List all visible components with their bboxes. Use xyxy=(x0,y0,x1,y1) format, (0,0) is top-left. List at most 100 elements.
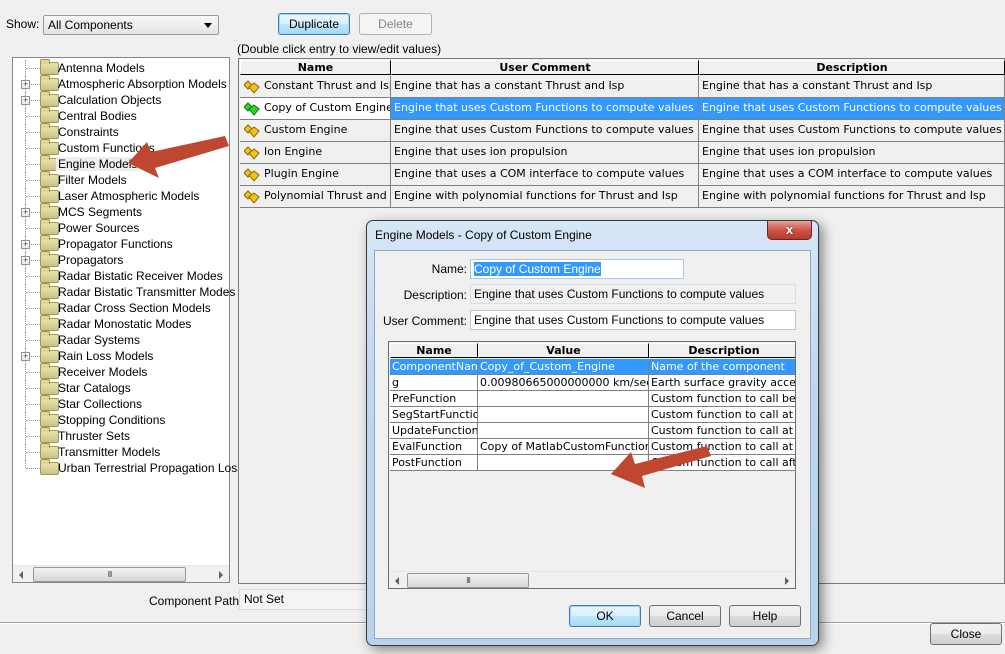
property-value[interactable] xyxy=(478,455,649,471)
property-name[interactable]: g xyxy=(390,375,478,391)
cell-description[interactable]: Engine that uses Custom Functions to com… xyxy=(699,98,1005,120)
property-name[interactable]: ComponentName xyxy=(390,359,478,375)
property-value[interactable] xyxy=(478,407,649,423)
cell-name[interactable]: Constant Thrust and Isp xyxy=(240,76,391,98)
cell-name[interactable]: Plugin Engine xyxy=(240,164,391,186)
cell-name[interactable]: Ion Engine xyxy=(240,142,391,164)
property-row[interactable]: g0.00980665000000000 km/sec^2Earth surfa… xyxy=(389,375,795,391)
tree-item[interactable]: Radar Bistatic Transmitter Modes xyxy=(13,283,235,300)
scroll-left-icon[interactable] xyxy=(395,577,399,585)
tree-item[interactable]: + Rain Loss Models xyxy=(13,347,229,364)
table-row[interactable]: Copy of Custom Engine Engine that uses Cu… xyxy=(239,98,1005,120)
property-row[interactable]: ComponentNameCopy_of_Custom_EngineName o… xyxy=(389,359,795,375)
cell-name[interactable]: Polynomial Thrust and Isp xyxy=(240,186,391,208)
expand-icon[interactable]: + xyxy=(21,208,30,217)
property-name[interactable]: PostFunction xyxy=(390,455,478,471)
property-row[interactable]: UpdateFunction Custom function to call at… xyxy=(389,423,795,439)
prop-column-header-value[interactable]: Value xyxy=(478,343,649,358)
tree-item[interactable]: + Propagator Functions xyxy=(13,235,229,252)
column-header-description[interactable]: Description xyxy=(699,60,1005,75)
tree-item[interactable]: Central Bodies xyxy=(13,107,229,124)
prop-column-header-description[interactable]: Description xyxy=(649,343,795,358)
property-value[interactable]: Copy_of_Custom_Engine xyxy=(478,359,649,375)
tree-item[interactable]: Transmitter Models xyxy=(13,443,229,460)
table-row[interactable]: Custom Engine Engine that uses Custom Fun… xyxy=(239,120,1005,142)
tree-item[interactable]: Radar Systems xyxy=(13,331,229,348)
property-row[interactable]: SegStartFunction Custom function to call … xyxy=(389,407,795,423)
tree-item[interactable]: Stopping Conditions xyxy=(13,411,229,428)
tree-item[interactable]: Star Collections xyxy=(13,395,229,412)
tree-item[interactable]: Radar Monostatic Modes xyxy=(13,315,229,332)
user-comment-field[interactable]: Engine that uses Custom Functions to com… xyxy=(470,310,796,330)
property-row[interactable]: PreFunction Custom function to call befor… xyxy=(389,391,795,407)
expand-icon[interactable]: + xyxy=(21,352,30,361)
scroll-thumb[interactable]: III xyxy=(407,573,529,588)
tree-item[interactable]: + MCS Segments xyxy=(13,203,229,220)
prop-column-header-name[interactable]: Name xyxy=(390,343,478,358)
scroll-thumb[interactable]: III xyxy=(33,567,186,582)
cell-user-comment[interactable]: Engine that uses Custom Functions to com… xyxy=(391,120,699,142)
properties-horizontal-scrollbar[interactable]: III xyxy=(389,571,795,588)
cell-description[interactable]: Engine that uses a COM interface to comp… xyxy=(699,164,1005,186)
property-value[interactable] xyxy=(478,391,649,407)
delete-button[interactable]: Delete xyxy=(359,13,432,35)
tree-item[interactable]: + Atmospheric Absorption Models xyxy=(13,75,229,92)
table-row[interactable]: Constant Thrust and Isp Engine that has a… xyxy=(239,76,1005,98)
property-name[interactable]: EvalFunction xyxy=(390,439,478,455)
property-name[interactable]: PreFunction xyxy=(390,391,478,407)
table-row[interactable]: Polynomial Thrust and IspEngine with pol… xyxy=(239,186,1005,208)
tree-item[interactable]: + Propagators xyxy=(13,251,229,268)
table-row[interactable]: Ion Engine Engine that uses ion propulsio… xyxy=(239,142,1005,164)
expand-icon[interactable]: + xyxy=(21,240,30,249)
tree-horizontal-scrollbar[interactable]: III xyxy=(13,565,229,582)
tree-item[interactable]: Thruster Sets xyxy=(13,427,229,444)
ok-button[interactable]: OK xyxy=(569,605,641,627)
help-button[interactable]: Help xyxy=(729,605,801,627)
tree-item[interactable]: Receiver Models xyxy=(13,363,229,380)
expand-icon[interactable]: + xyxy=(21,96,30,105)
tree-item[interactable]: + Calculation Objects xyxy=(13,91,229,108)
property-row[interactable]: EvalFunction Copy of MatlabCustomFunction… xyxy=(389,439,795,455)
property-row[interactable]: PostFunction Custom function to call afte… xyxy=(389,455,795,471)
tree-item[interactable]: Antenna Models xyxy=(13,59,229,76)
cell-name[interactable]: Copy of Custom Engine xyxy=(240,98,391,120)
cell-user-comment[interactable]: Engine that has a constant Thrust and Is… xyxy=(391,76,699,98)
tree-item[interactable]: Radar Bistatic Receiver Modes xyxy=(13,267,229,284)
cell-description[interactable]: Engine that has a constant Thrust and Is… xyxy=(699,76,1005,98)
cell-user-comment[interactable]: Engine that uses Custom Functions to com… xyxy=(391,98,699,120)
close-button[interactable]: Close xyxy=(930,623,1002,645)
tree-item[interactable]: Engine Models xyxy=(13,155,229,172)
show-filter-dropdown[interactable]: All Components xyxy=(43,15,219,35)
dialog-close-button[interactable]: x xyxy=(767,221,812,240)
scroll-left-icon[interactable] xyxy=(19,571,23,579)
tree-item[interactable]: Radar Cross Section Models xyxy=(13,299,229,316)
cell-user-comment[interactable]: Engine with polynomial functions for Thr… xyxy=(391,186,699,208)
scroll-right-icon[interactable] xyxy=(219,571,223,579)
cell-user-comment[interactable]: Engine that uses a COM interface to comp… xyxy=(391,164,699,186)
property-value[interactable]: 0.00980665000000000 km/sec^2 xyxy=(478,375,649,391)
component-tree[interactable]: Antenna Models + Atmospheric Absorption Mo… xyxy=(12,57,257,583)
duplicate-button[interactable]: Duplicate xyxy=(278,13,350,35)
cell-description[interactable]: Engine that uses ion propulsion xyxy=(699,142,1005,164)
cell-user-comment[interactable]: Engine that uses ion propulsion xyxy=(391,142,699,164)
column-header-user-comment[interactable]: User Comment xyxy=(391,60,699,75)
scroll-right-icon[interactable] xyxy=(785,577,789,585)
property-value[interactable]: Copy of MatlabCustomFunction xyxy=(478,439,649,455)
properties-grid[interactable]: Name Value Description ComponentNameCopy… xyxy=(388,341,796,589)
tree-item[interactable]: Constraints xyxy=(13,123,229,140)
cell-description[interactable]: Engine that uses Custom Functions to com… xyxy=(699,120,1005,142)
tree-item[interactable]: Custom Functions xyxy=(13,139,229,156)
tree-item[interactable]: Laser Atmospheric Models xyxy=(13,187,229,204)
tree-item[interactable]: Star Catalogs xyxy=(13,379,229,396)
expand-icon[interactable]: + xyxy=(21,80,30,89)
property-value[interactable] xyxy=(478,423,649,439)
tree-item[interactable]: Power Sources xyxy=(13,219,229,236)
table-row[interactable]: Plugin Engine Engine that uses a COM inte… xyxy=(239,164,1005,186)
expand-icon[interactable]: + xyxy=(21,256,30,265)
cell-name[interactable]: Custom Engine xyxy=(240,120,391,142)
column-header-name[interactable]: Name xyxy=(240,60,391,75)
property-name[interactable]: UpdateFunction xyxy=(390,423,478,439)
cancel-button[interactable]: Cancel xyxy=(649,605,721,627)
tree-item[interactable]: Urban Terrestrial Propagation Loss M xyxy=(13,459,257,476)
property-name[interactable]: SegStartFunction xyxy=(390,407,478,423)
